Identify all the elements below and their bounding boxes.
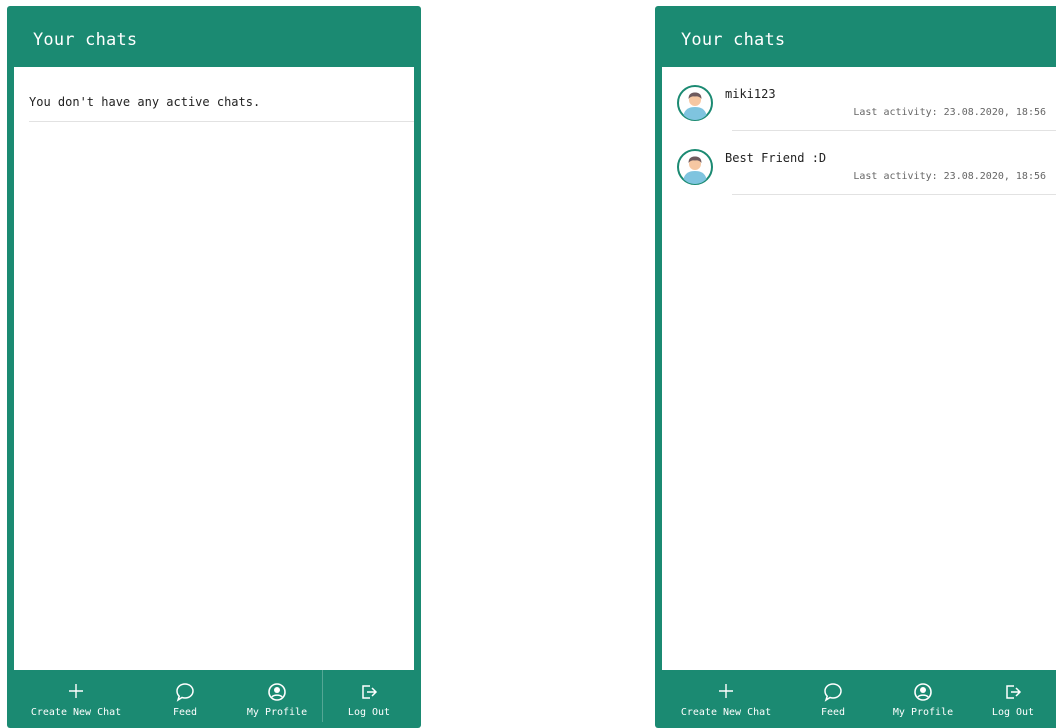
last-activity: Last activity: 23.08.2020, 18:56 [853, 107, 1046, 118]
create-new-chat-button[interactable]: Create New Chat [667, 670, 785, 728]
last-activity: Last activity: 23.08.2020, 18:56 [853, 171, 1046, 182]
bottom-nav: Create New Chat Feed My Profile Log Out [655, 670, 1056, 728]
empty-chats-message: You don't have any active chats. [29, 95, 261, 109]
chats-screen-list: Your chats miki123 Last activity: 23.08.… [655, 6, 1056, 728]
nav-label: My Profile [892, 707, 954, 718]
divider [732, 194, 1056, 195]
chat-bubble-icon [824, 683, 842, 702]
avatar-icon [677, 85, 713, 121]
plus-icon [719, 684, 733, 698]
feed-button[interactable]: Feed [157, 670, 213, 728]
chat-list-item[interactable]: miki123 Last activity: 23.08.2020, 18:56 [662, 67, 1056, 131]
divider [29, 121, 414, 122]
chat-list-panel: miki123 Last activity: 23.08.2020, 18:56… [662, 67, 1056, 670]
user-circle-icon [268, 683, 286, 701]
feed-button[interactable]: Feed [805, 670, 861, 728]
plus-icon [69, 684, 83, 698]
user-circle-icon [914, 683, 932, 701]
nav-label: Create New Chat [680, 707, 772, 718]
create-new-chat-button[interactable]: Create New Chat [17, 670, 135, 728]
nav-label: Log Out [347, 707, 391, 718]
nav-label: My Profile [246, 707, 308, 718]
chats-screen-empty: Your chats You don't have any active cha… [7, 6, 421, 728]
nav-label: Feed [172, 707, 198, 718]
page-title: Your chats [33, 30, 138, 50]
avatar-icon [677, 149, 713, 185]
logout-icon [362, 685, 378, 699]
nav-label: Feed [820, 707, 846, 718]
my-profile-button[interactable]: My Profile [881, 670, 965, 728]
chat-list-panel: You don't have any active chats. [14, 67, 414, 670]
nav-label: Log Out [991, 707, 1035, 718]
nav-label: Create New Chat [30, 707, 122, 718]
chat-name: miki123 [725, 87, 776, 101]
my-profile-button[interactable]: My Profile [235, 670, 319, 728]
chat-name: Best Friend :D [725, 151, 827, 165]
log-out-button[interactable]: Log Out [337, 670, 401, 728]
chat-bubble-icon [176, 683, 194, 702]
page-title: Your chats [681, 30, 786, 50]
chat-list-item[interactable]: Best Friend :D Last activity: 23.08.2020… [662, 131, 1056, 195]
bottom-nav: Create New Chat Feed My Profile Log Out [7, 670, 421, 728]
log-out-button[interactable]: Log Out [981, 670, 1045, 728]
nav-separator [322, 670, 323, 722]
logout-icon [1006, 685, 1022, 699]
